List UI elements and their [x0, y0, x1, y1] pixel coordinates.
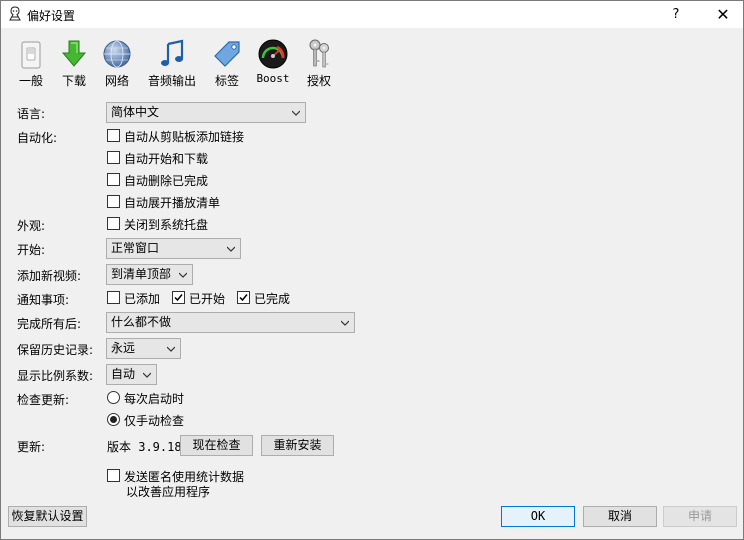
- tab-general[interactable]: 一般: [13, 38, 49, 90]
- checkbox-box[interactable]: [107, 195, 120, 208]
- update-label: 更新:: [17, 440, 46, 454]
- start-label: 开始:: [17, 243, 46, 257]
- radio-label: 每次启动时: [124, 392, 185, 406]
- send-stats-checkbox[interactable]: 发送匿名使用统计数据: [107, 468, 244, 484]
- close-to-tray-checkbox[interactable]: 关闭到系统托盘: [107, 216, 208, 232]
- checkbox-label: 发送匿名使用统计数据: [124, 470, 245, 484]
- tab-network[interactable]: 网络: [99, 38, 135, 90]
- close-button[interactable]: ✕: [705, 1, 741, 28]
- checkbox-label: 自动展开播放清单: [124, 196, 221, 210]
- app-icon: [9, 6, 21, 21]
- checkbox-label: 自动删除已完成: [124, 174, 209, 188]
- keys-icon: [309, 39, 329, 68]
- restore-defaults-button[interactable]: 恢复默认设置: [8, 506, 87, 527]
- chevron-down-icon: [341, 320, 349, 326]
- checkbox-box[interactable]: [107, 173, 120, 186]
- checkmark-icon: [239, 294, 248, 302]
- help-button[interactable]: ?: [661, 1, 691, 28]
- cancel-button[interactable]: 取消: [583, 506, 657, 527]
- add-video-label: 添加新视频:: [17, 269, 82, 283]
- ok-button[interactable]: OK: [501, 506, 575, 527]
- notify-label: 通知事项:: [17, 293, 70, 307]
- chevron-down-icon: [292, 110, 300, 116]
- appearance-label: 外观:: [17, 219, 46, 233]
- checkbox-label: 自动开始和下载: [124, 152, 209, 166]
- tab-tags[interactable]: 标签: [209, 38, 245, 90]
- notify-started-checkbox[interactable]: 已开始: [172, 290, 225, 306]
- checkbox-box[interactable]: [107, 291, 120, 304]
- checkbox-box[interactable]: [107, 469, 120, 482]
- check-update-label: 检查更新:: [17, 393, 70, 407]
- chevron-down-icon: [167, 346, 175, 352]
- history-retention-value: 永远: [111, 341, 136, 355]
- preferences-window: 偏好设置 ? ✕ 一般 下载 网络 音频输出 标签 Boost 授权 语言: 简…: [0, 0, 744, 540]
- switch-icon: [21, 41, 41, 69]
- checkbox-box-checked[interactable]: [172, 291, 185, 304]
- checkmark-icon: [174, 294, 183, 302]
- tab-network-label: 网络: [104, 74, 129, 88]
- auto-expand-playlist-checkbox[interactable]: 自动展开播放清单: [107, 194, 220, 210]
- speedometer-icon: [258, 39, 288, 69]
- tab-tags-label: 标签: [214, 74, 239, 88]
- checkbox-label: 已完成: [254, 292, 291, 306]
- start-mode-select[interactable]: 正常窗口: [106, 238, 241, 259]
- add-video-position-value: 到清单顶部: [111, 267, 172, 281]
- version-text: 版本 3.9.18: [107, 440, 182, 454]
- history-label: 保留历史记录:: [17, 343, 94, 357]
- tab-audio-output[interactable]: 音频输出: [144, 38, 200, 90]
- radio-button[interactable]: [107, 391, 120, 404]
- tab-license-label: 授权: [306, 74, 331, 88]
- download-arrow-icon: [61, 40, 87, 67]
- checkbox-box-checked[interactable]: [237, 291, 250, 304]
- notify-completed-checkbox[interactable]: 已完成: [237, 290, 290, 306]
- checkbox-label: 已开始: [189, 292, 226, 306]
- stats-label-line2: 以改善应用程序: [126, 485, 211, 499]
- scale-factor-value: 自动: [111, 367, 136, 381]
- after-all-action-value: 什么都不做: [111, 315, 172, 329]
- history-retention-select[interactable]: 永远: [106, 338, 181, 359]
- start-mode-value: 正常窗口: [111, 241, 160, 255]
- auto-start-download-checkbox[interactable]: 自动开始和下载: [107, 150, 208, 166]
- reinstall-button[interactable]: 重新安装: [261, 435, 334, 456]
- checkbox-label: 自动从剪贴板添加链接: [124, 130, 245, 144]
- add-video-position-select[interactable]: 到清单顶部: [106, 264, 193, 285]
- music-note-icon: [161, 39, 184, 66]
- window-title: 偏好设置: [27, 9, 76, 23]
- auto-add-clipboard-checkbox[interactable]: 自动从剪贴板添加链接: [107, 128, 244, 144]
- checkbox-label: 关闭到系统托盘: [124, 218, 209, 232]
- checkbox-box[interactable]: [107, 217, 120, 230]
- notify-added-checkbox[interactable]: 已添加: [107, 290, 160, 306]
- check-now-button[interactable]: 现在检查: [180, 435, 253, 456]
- radio-button-selected[interactable]: [107, 413, 120, 426]
- tab-boost[interactable]: Boost: [253, 38, 293, 90]
- tab-download-label: 下载: [61, 74, 86, 88]
- checkbox-box[interactable]: [107, 151, 120, 164]
- chevron-down-icon: [179, 272, 187, 278]
- scale-label: 显示比例系数:: [17, 369, 94, 383]
- radio-label: 仅手动检查: [124, 414, 185, 428]
- scale-factor-select[interactable]: 自动: [106, 364, 157, 385]
- tag-icon: [214, 41, 240, 67]
- tab-license[interactable]: 授权: [301, 38, 337, 90]
- check-on-startup-radio[interactable]: 每次启动时: [107, 390, 184, 406]
- after-all-action-select[interactable]: 什么都不做: [106, 312, 355, 333]
- language-value: 简体中文: [111, 105, 160, 119]
- automation-label: 自动化:: [17, 131, 58, 145]
- checkbox-box[interactable]: [107, 129, 120, 142]
- tab-general-label: 一般: [18, 74, 43, 88]
- language-label: 语言:: [17, 107, 46, 121]
- globe-icon: [103, 40, 131, 68]
- language-select[interactable]: 简体中文: [106, 102, 306, 123]
- tab-audio-output-label: 音频输出: [147, 74, 196, 88]
- auto-remove-completed-checkbox[interactable]: 自动删除已完成: [107, 172, 208, 188]
- checkbox-label: 已添加: [124, 292, 161, 306]
- title-bar: 偏好设置 ? ✕: [1, 1, 743, 28]
- chevron-down-icon: [143, 372, 151, 378]
- chevron-down-icon: [227, 246, 235, 252]
- check-manually-radio[interactable]: 仅手动检查: [107, 412, 184, 428]
- after-all-label: 完成所有后:: [17, 317, 82, 331]
- tab-download[interactable]: 下载: [56, 38, 92, 90]
- tab-boost-label: Boost: [256, 72, 290, 85]
- apply-button[interactable]: 申请: [663, 506, 737, 527]
